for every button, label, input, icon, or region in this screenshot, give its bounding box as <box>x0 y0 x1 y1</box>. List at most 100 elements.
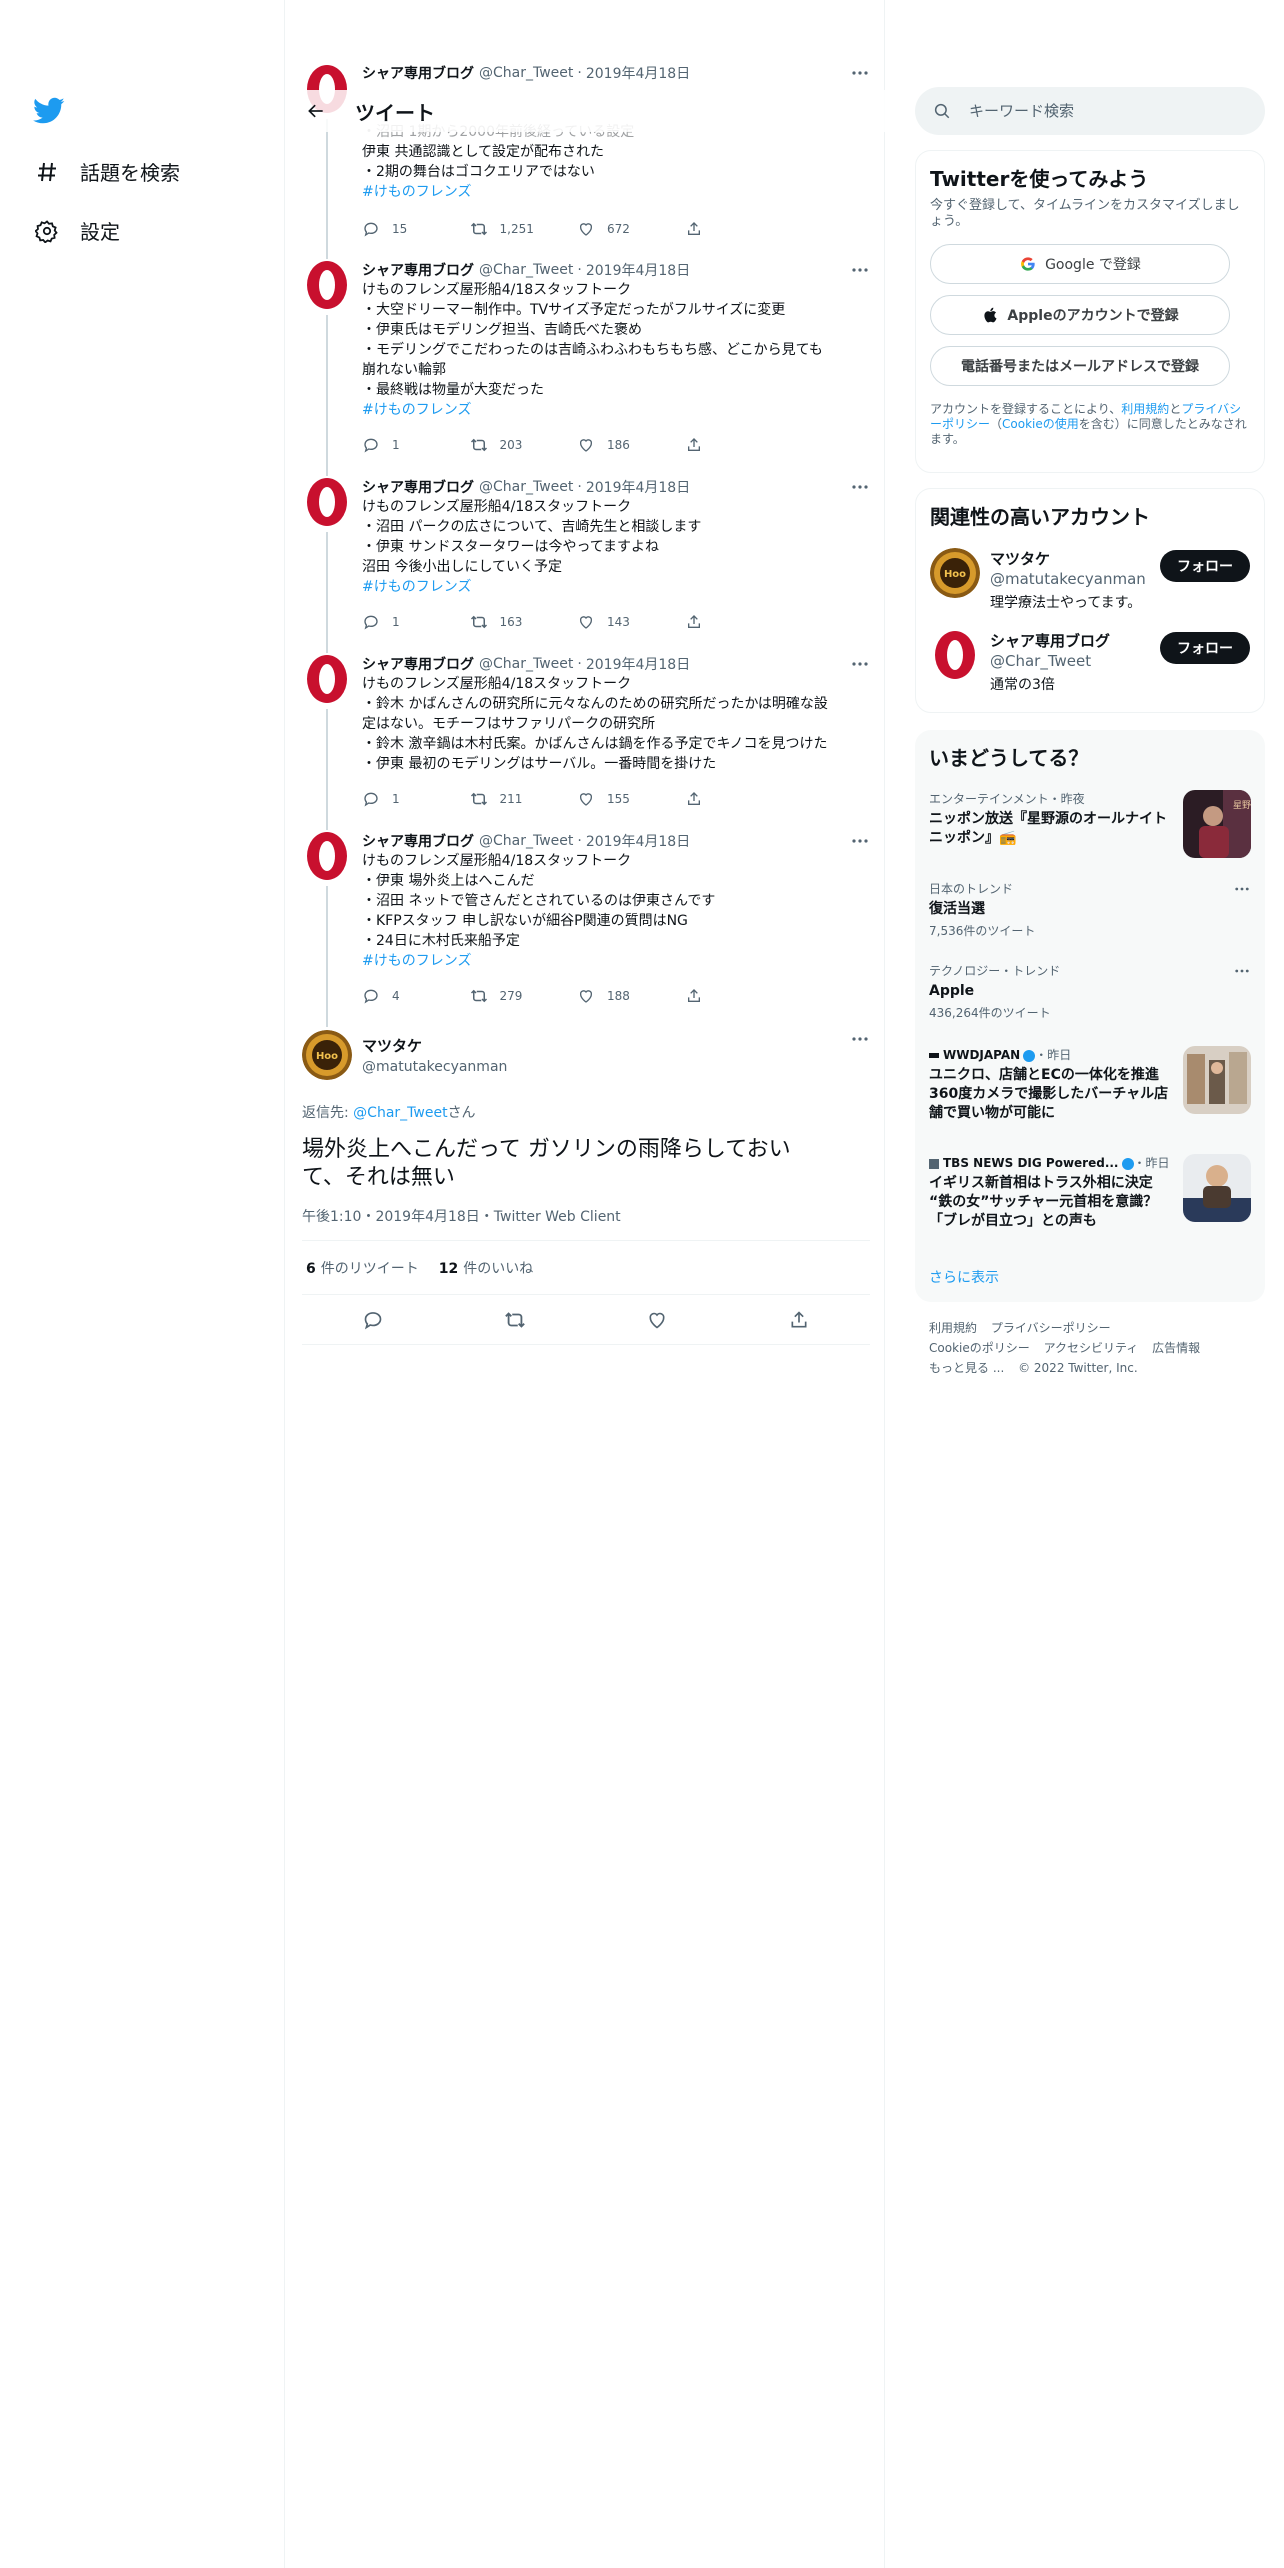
back-arrow-icon[interactable] <box>298 93 334 129</box>
nav-explore[interactable]: 話題を検索 <box>34 157 180 186</box>
more-options-icon[interactable] <box>1233 882 1251 896</box>
footer-link[interactable]: 広告情報 <box>1152 1341 1200 1355</box>
share-button[interactable] <box>685 220 793 238</box>
like-button[interactable]: 186 <box>577 436 685 454</box>
footer-link[interactable]: 利用規約 <box>929 1321 977 1335</box>
footer-link[interactable]: アクセシビリティ <box>1044 1341 1139 1355</box>
retweet-count: 163 <box>499 615 523 629</box>
reply-button[interactable]: 1 <box>362 790 470 808</box>
like-button[interactable]: 672 <box>577 220 685 238</box>
avatar[interactable] <box>302 260 352 310</box>
twitter-bird-icon[interactable] <box>33 97 65 125</box>
share-button[interactable] <box>685 790 793 808</box>
hashtag-link[interactable]: #けものフレンズ <box>362 951 870 971</box>
trend-item[interactable]: 日本のトレンド 復活当選 7,536件のツイート <box>929 880 1251 939</box>
reply-button[interactable]: 15 <box>362 220 470 238</box>
thread-tweet[interactable]: シャア専用ブログ @Char_Tweet · 2019年4月18日 けものフレン… <box>286 471 885 653</box>
more-options-icon[interactable] <box>850 1030 870 1048</box>
reply-button[interactable]: 1 <box>362 436 470 454</box>
share-button[interactable] <box>685 613 793 631</box>
phone-email-signup-button[interactable]: 電話番号またはメールアドレスで登録 <box>930 346 1230 386</box>
thread-tweet[interactable]: シャア専用ブログ @Char_Tweet · 2019年4月18日 けものフレン… <box>286 648 885 830</box>
author-name[interactable]: シャア専用ブログ <box>362 260 474 280</box>
author-handle[interactable]: @Char_Tweet <box>479 65 573 81</box>
author-handle[interactable]: @matutakecyanman <box>362 1059 507 1075</box>
like-button[interactable]: 188 <box>577 987 685 1005</box>
author-handle[interactable]: @Char_Tweet <box>479 479 573 495</box>
author-handle[interactable]: @Char_Tweet <box>479 262 573 278</box>
reply-icon[interactable] <box>362 1309 384 1331</box>
author-name[interactable]: マツタケ <box>362 1035 507 1056</box>
search-box[interactable] <box>915 87 1265 135</box>
like-button[interactable]: 155 <box>577 790 685 808</box>
tweet-date[interactable]: 2019年4月18日 <box>586 477 690 497</box>
follow-button[interactable]: フォロー <box>1160 550 1250 582</box>
more-options-icon[interactable] <box>850 478 870 496</box>
like-button[interactable]: 143 <box>577 613 685 631</box>
apple-signup-button[interactable]: Appleのアカウントで登録 <box>930 295 1230 335</box>
tweet-date[interactable]: 2019年4月18日 <box>586 63 690 83</box>
thread-tweet[interactable]: シャア専用ブログ @Char_Tweet · 2019年4月18日 けものフレン… <box>286 825 885 1027</box>
like-stat[interactable]: 12 件のいいね <box>439 1258 533 1278</box>
retweet-button[interactable]: 211 <box>470 790 578 808</box>
trend-item[interactable]: TBS NEWS DIG Powered... ・昨日 イギリス新首相はトラス外相… <box>929 1154 1251 1231</box>
avatar[interactable] <box>302 477 352 527</box>
search-input[interactable] <box>969 102 1229 120</box>
footer-link[interactable]: もっと見る ... <box>929 1361 1004 1375</box>
show-more-link[interactable]: さらに表示 <box>929 1267 999 1287</box>
author-name[interactable]: シャア専用ブログ <box>362 654 474 674</box>
tweet-date[interactable]: 2019年4月18日 <box>586 260 690 280</box>
trend-item[interactable]: エンターテインメント・昨夜 ニッポン放送『星野源のオールナイトニッポン』📻 星野 <box>929 790 1251 858</box>
reply-button[interactable]: 4 <box>362 987 470 1005</box>
tweet-date[interactable]: 2019年4月18日 <box>586 654 690 674</box>
more-options-icon[interactable] <box>850 261 870 279</box>
cookie-use-link[interactable]: Cookieの使用 <box>1002 417 1079 431</box>
nav-settings[interactable]: 設定 <box>34 216 120 245</box>
thread-tweet[interactable]: シャア専用ブログ @Char_Tweet · 2019年4月18日 けものフレン… <box>286 254 885 476</box>
account-item[interactable]: シャア専用ブログ @Char_Tweet 通常の3倍 フォロー <box>930 630 1250 700</box>
author-handle[interactable]: @Char_Tweet <box>479 833 573 849</box>
author-name[interactable]: シャア専用ブログ <box>362 63 474 83</box>
footer-link[interactable]: Cookieのポリシー <box>929 1341 1030 1355</box>
avatar[interactable] <box>302 831 352 881</box>
google-signup-button[interactable]: Google で登録 <box>930 244 1230 284</box>
more-options-icon[interactable] <box>850 832 870 850</box>
retweet-button[interactable]: 1,251 <box>470 220 578 238</box>
author-name[interactable]: シャア専用ブログ <box>362 477 474 497</box>
account-handle[interactable]: @matutakecyanman <box>990 570 1146 588</box>
tweet-timestamp[interactable]: 午後1:10・2019年4月18日・Twitter Web Client <box>302 1206 870 1241</box>
heart-icon[interactable] <box>646 1309 668 1331</box>
retweet-button[interactable]: 279 <box>470 987 578 1005</box>
tweet-date[interactable]: 2019年4月18日 <box>586 831 690 851</box>
more-options-icon[interactable] <box>1233 964 1251 978</box>
follow-button[interactable]: フォロー <box>1160 632 1250 664</box>
share-button[interactable] <box>685 987 793 1005</box>
retweet-button[interactable]: 163 <box>470 613 578 631</box>
trend-item[interactable]: WWDJAPAN ・昨日 ユニクロ、店舗とECの一体化を推進 360度カメラで撮影… <box>929 1046 1251 1123</box>
share-icon[interactable] <box>788 1309 810 1331</box>
account-item[interactable]: Hoo マツタケ @matutakecyanman 理学療法士やってます。 フォ… <box>930 548 1250 618</box>
hashtag-link[interactable]: #けものフレンズ <box>362 400 870 420</box>
hashtag-link[interactable]: #けものフレンズ <box>362 577 870 597</box>
more-options-icon[interactable] <box>850 64 870 82</box>
account-name[interactable]: シャア専用ブログ <box>990 630 1110 651</box>
account-handle[interactable]: @Char_Tweet <box>990 652 1110 670</box>
hashtag-link[interactable]: #けものフレンズ <box>362 182 870 202</box>
retweet-stat[interactable]: 6 件のリツイート <box>306 1258 419 1278</box>
author-name[interactable]: シャア専用ブログ <box>362 831 474 851</box>
avatar[interactable] <box>930 630 980 680</box>
avatar[interactable]: Hoo <box>302 1030 352 1080</box>
reply-mention-link[interactable]: @Char_Tweet <box>353 1105 447 1121</box>
avatar[interactable] <box>302 654 352 704</box>
trend-item[interactable]: テクノロジー・トレンド Apple 436,264件のツイート <box>929 962 1251 1021</box>
account-name[interactable]: マツタケ <box>990 548 1146 569</box>
reply-button[interactable]: 1 <box>362 613 470 631</box>
avatar[interactable]: Hoo <box>930 548 980 598</box>
retweet-button[interactable]: 203 <box>470 436 578 454</box>
retweet-icon[interactable] <box>504 1309 526 1331</box>
author-handle[interactable]: @Char_Tweet <box>479 656 573 672</box>
share-button[interactable] <box>685 436 793 454</box>
footer-link[interactable]: プライバシーポリシー <box>991 1321 1111 1335</box>
more-options-icon[interactable] <box>850 655 870 673</box>
terms-of-service-link[interactable]: 利用規約 <box>1121 402 1169 416</box>
